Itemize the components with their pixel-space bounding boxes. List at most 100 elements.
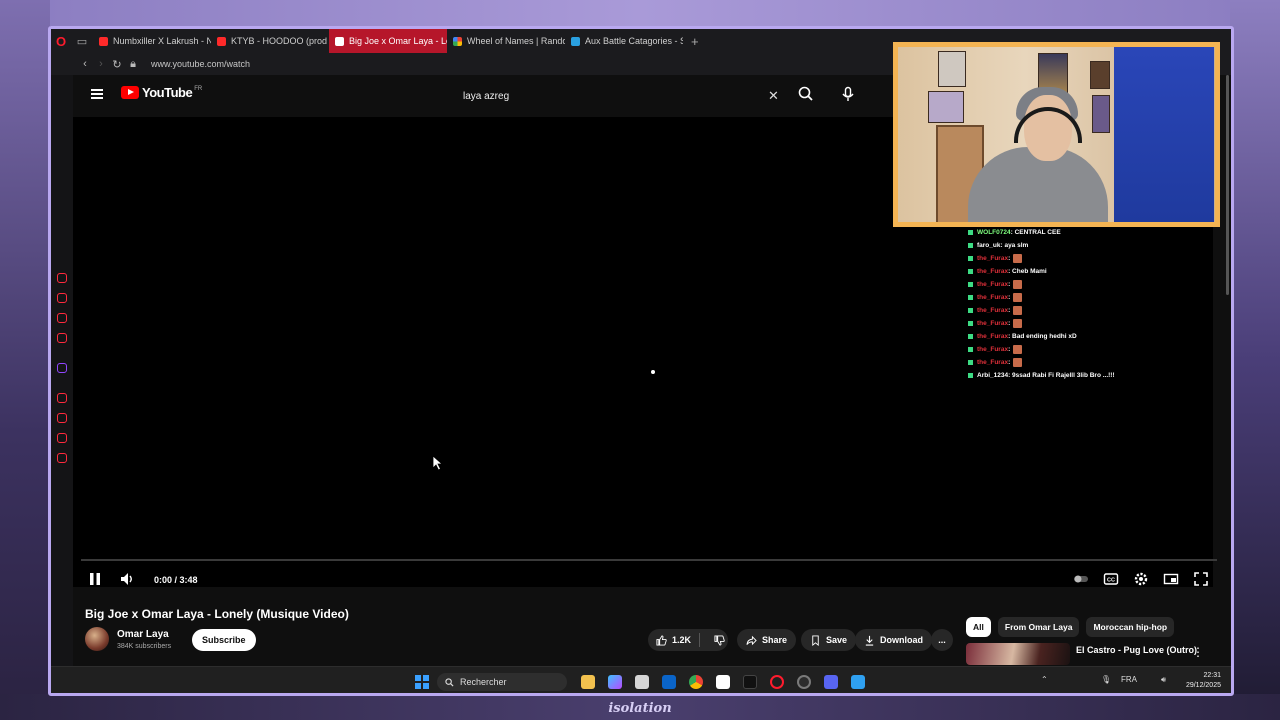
twitch-icon[interactable] bbox=[57, 363, 67, 373]
menu-icon[interactable] bbox=[91, 89, 103, 99]
discord-icon[interactable] bbox=[824, 675, 838, 689]
settings-icon[interactable] bbox=[57, 453, 67, 463]
channel-avatar[interactable] bbox=[85, 627, 109, 651]
chat-badge-icon bbox=[968, 347, 973, 352]
chat-badge-icon bbox=[968, 230, 973, 235]
chat-message: faro_uk: aya slm bbox=[968, 239, 1168, 252]
browser-tab[interactable]: Wheel of Names | Rando bbox=[447, 29, 565, 53]
chat-message: the_Furax: Bad ending hedhi xD bbox=[968, 330, 1168, 343]
player-icon[interactable] bbox=[57, 393, 67, 403]
chat-message: the_Furax : bbox=[968, 291, 1168, 304]
clear-search-icon[interactable]: ✕ bbox=[768, 88, 779, 104]
back-arrow-icon[interactable]: ‹ bbox=[77, 58, 93, 70]
chip-genre[interactable]: Moroccan hip-hop bbox=[1086, 617, 1175, 637]
microphone-icon[interactable] bbox=[839, 85, 857, 103]
fullscreen-icon[interactable] bbox=[1192, 570, 1210, 588]
chat-text: : 9ssad Rabi Fi Rajelll 3lib Bro ...!!! bbox=[1008, 372, 1115, 379]
save-button[interactable]: Save bbox=[801, 629, 857, 651]
notepad-icon[interactable] bbox=[851, 675, 865, 689]
chrome-icon[interactable] bbox=[689, 675, 703, 689]
file-explorer-icon[interactable] bbox=[581, 675, 595, 689]
tab-manager-icon[interactable]: ▭ bbox=[71, 35, 93, 48]
page-scrollbar[interactable] bbox=[1226, 75, 1229, 295]
chat-text: : Bad ending hedhi xD bbox=[1008, 333, 1077, 340]
browser-tab[interactable]: Numbxiller X Lakrush - Na bbox=[93, 29, 211, 53]
subscribe-button[interactable]: Subscribe bbox=[192, 629, 256, 651]
opera-logo-icon[interactable]: O bbox=[51, 29, 71, 53]
download-icon bbox=[865, 635, 874, 646]
volume-tray-icon[interactable]: 🔊︎ bbox=[1161, 675, 1166, 685]
steam-icon[interactable] bbox=[797, 675, 811, 689]
browser-tab-active[interactable]: Big Joe x Omar Laya - Lo bbox=[329, 29, 447, 53]
language-indicator[interactable]: FRA bbox=[1121, 675, 1137, 684]
forward-arrow-icon[interactable]: › bbox=[93, 58, 109, 70]
windows-start-icon[interactable] bbox=[415, 675, 429, 689]
dislike-button[interactable] bbox=[705, 634, 734, 646]
messenger-icon[interactable] bbox=[57, 313, 67, 323]
taskbar-search[interactable]: Rechercher bbox=[437, 673, 567, 691]
like-dislike-group: 1.2K bbox=[648, 629, 728, 651]
stream-background-top bbox=[0, 0, 1280, 26]
new-tab-button[interactable]: + bbox=[683, 34, 707, 49]
bookmark-icon bbox=[812, 634, 819, 646]
chat-username: the_Furax bbox=[977, 307, 1009, 314]
opera-icon[interactable] bbox=[770, 675, 784, 689]
youtube-favicon-icon bbox=[335, 36, 344, 46]
pause-icon[interactable] bbox=[86, 570, 104, 588]
youtube-logo[interactable]: YouTube FR bbox=[121, 85, 202, 100]
channel-name[interactable]: Omar Laya bbox=[117, 629, 169, 640]
settings-gear-icon[interactable] bbox=[1132, 570, 1150, 588]
outlook-icon[interactable] bbox=[662, 675, 676, 689]
bookmarks-icon[interactable] bbox=[57, 293, 67, 303]
poster bbox=[928, 91, 964, 123]
url-field[interactable]: www.youtube.com/watch bbox=[151, 59, 250, 69]
search-icon[interactable] bbox=[797, 85, 815, 103]
chat-emote-icon bbox=[1013, 358, 1023, 367]
calculator-icon[interactable] bbox=[635, 675, 649, 689]
share-button[interactable]: Share bbox=[737, 629, 797, 651]
chat-badge-icon bbox=[968, 308, 973, 313]
speed-dial-icon[interactable] bbox=[57, 273, 67, 283]
reload-icon[interactable]: ↻ bbox=[109, 58, 125, 71]
chip-all[interactable]: All bbox=[966, 617, 991, 637]
chat-username: Arbi_1234 bbox=[977, 372, 1009, 379]
theater-mode-icon[interactable] bbox=[1162, 570, 1180, 588]
like-button[interactable]: 1.2K bbox=[648, 633, 701, 647]
tray-chevron-icon[interactable]: ⌃ bbox=[1041, 675, 1048, 684]
chat-message: the_Furax : bbox=[968, 304, 1168, 317]
browser-tab[interactable]: Aux Battle Catagories - Sp bbox=[565, 29, 683, 53]
mail-icon[interactable] bbox=[57, 333, 67, 343]
taskbar-clock[interactable]: 22:31 29/12/2025 bbox=[1186, 671, 1221, 691]
more-vertical-icon[interactable]: ⋮ bbox=[1192, 645, 1204, 659]
microphone-tray-icon[interactable]: 🎙︎ bbox=[1101, 675, 1111, 684]
chat-message: WOLF0724: CENTRAL CEE bbox=[968, 226, 1168, 239]
chat-username: faro_uk bbox=[977, 242, 1001, 249]
chip-from-channel[interactable]: From Omar Laya bbox=[997, 617, 1080, 637]
search-input[interactable]: laya azreg bbox=[453, 83, 791, 109]
captions-icon[interactable]: CC bbox=[1102, 570, 1120, 588]
recommended-video-title[interactable]: El Castro - Pug Love (Outro) bbox=[1076, 645, 1197, 655]
mouse-cursor-icon bbox=[432, 455, 444, 471]
thumbs-up-icon bbox=[656, 634, 667, 646]
chat-badge-icon bbox=[968, 295, 973, 300]
tiktok-icon[interactable] bbox=[743, 675, 757, 689]
video-progress-bar[interactable] bbox=[81, 559, 1217, 561]
chat-badge-icon bbox=[968, 282, 973, 287]
more-actions-button[interactable]: ... bbox=[931, 629, 953, 651]
autoplay-toggle-icon[interactable] bbox=[1072, 570, 1090, 588]
chat-emote-icon bbox=[1013, 345, 1023, 354]
browser-tab[interactable]: KTYB - HOODOO (prod by bbox=[211, 29, 329, 53]
chat-text: : bbox=[1008, 255, 1011, 262]
recommended-video[interactable]: El Castro - Pug Love (Outro) ⋮ bbox=[966, 643, 1216, 665]
poster bbox=[1092, 95, 1110, 133]
downloads-icon[interactable] bbox=[57, 433, 67, 443]
download-button[interactable]: Download bbox=[855, 629, 932, 651]
chat-username: the_Furax bbox=[977, 268, 1009, 275]
copilot-icon[interactable] bbox=[608, 675, 622, 689]
history-icon[interactable] bbox=[57, 413, 67, 423]
video-thumbnail[interactable] bbox=[966, 643, 1070, 665]
volume-icon[interactable] bbox=[118, 570, 136, 588]
chat-username: the_Furax bbox=[977, 333, 1009, 340]
stream-chat: WOLF0724: CENTRAL CEE faro_uk: aya slm the… bbox=[968, 226, 1168, 382]
notion-icon[interactable] bbox=[716, 675, 730, 689]
